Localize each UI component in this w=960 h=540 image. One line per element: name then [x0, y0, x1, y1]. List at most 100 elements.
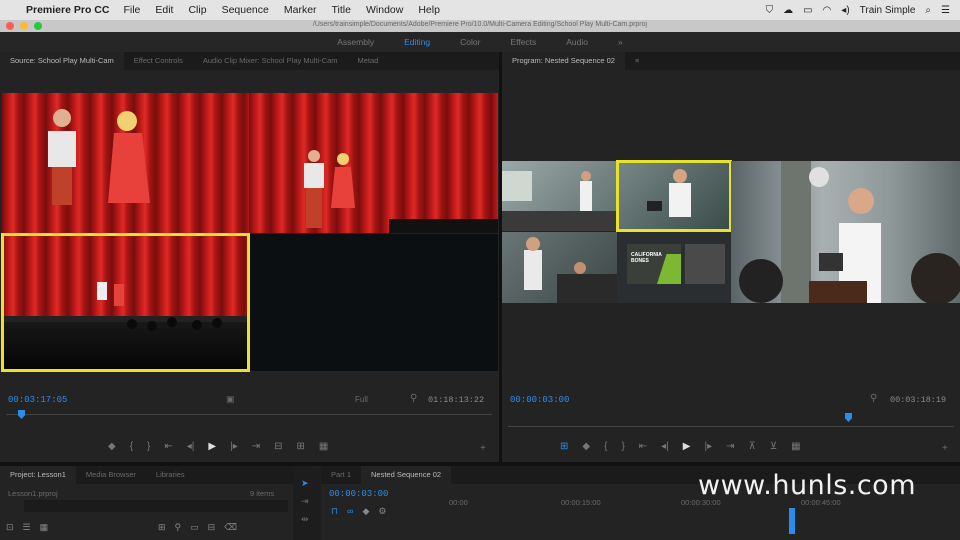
workspace-more-icon[interactable]: »	[618, 37, 623, 47]
settings-icon[interactable]: ▣	[226, 394, 235, 405]
wifi-icon[interactable]: ◠	[823, 5, 832, 16]
track-select-tool-icon[interactable]: ⇥	[301, 496, 309, 507]
fit-dropdown[interactable]: Full	[355, 395, 368, 404]
overwrite-icon[interactable]: ⊞	[297, 441, 305, 452]
program-step-forward-icon[interactable]: |▸	[705, 441, 713, 452]
program-timecode[interactable]: 00:00:03:00	[510, 395, 569, 405]
step-back-icon[interactable]: ◂|	[187, 441, 195, 452]
program-export-frame-icon[interactable]: ▦	[791, 441, 800, 452]
menu-edit[interactable]: Edit	[155, 4, 173, 16]
linked-selection-icon[interactable]: ∞	[347, 506, 353, 517]
volume-icon[interactable]: ◂)	[841, 5, 849, 16]
menu-clip[interactable]: Clip	[188, 4, 206, 16]
tab-libraries[interactable]: Libraries	[146, 466, 195, 484]
clear-icon[interactable]: ⌫	[224, 522, 237, 533]
lock-icon[interactable]: ⊡	[6, 522, 14, 533]
program-mark-out-icon[interactable]: }	[621, 441, 624, 452]
shield-icon[interactable]: ⛉	[766, 5, 774, 16]
source-scrub-bar[interactable]	[6, 414, 492, 415]
program-playhead[interactable]	[845, 413, 852, 422]
camera-angle-2[interactable]	[249, 93, 498, 233]
menu-marker[interactable]: Marker	[284, 4, 317, 16]
source-transport-controls: ◆ { } ⇤ ◂| ▶ |▸ ⇥ ⊟ ⊞ ▦	[108, 441, 328, 452]
multicam-toggle-icon[interactable]: ⊞	[560, 441, 568, 452]
tab-nested-sequence[interactable]: Nested Sequence 02	[361, 466, 452, 484]
list-view-icon[interactable]: ☰	[23, 522, 31, 533]
workspace-editing[interactable]: Editing	[404, 37, 430, 47]
new-item-icon[interactable]: ⊟	[208, 522, 216, 533]
zoom-icon[interactable]: ⚲	[410, 393, 417, 404]
selection-tool-icon[interactable]: ➤	[301, 478, 309, 489]
menu-sequence[interactable]: Sequence	[222, 4, 269, 16]
workspace-assembly[interactable]: Assembly	[337, 37, 374, 47]
tab-metadata[interactable]: Metad	[348, 52, 389, 70]
ripple-edit-tool-icon[interactable]: ⇹	[301, 514, 309, 525]
watermark-text: www.hunls.com	[698, 470, 917, 501]
menu-file[interactable]: File	[123, 4, 140, 16]
menu-title[interactable]: Title	[332, 4, 351, 16]
lift-icon[interactable]: ⊼	[749, 441, 756, 452]
icon-view-icon[interactable]: ▦	[40, 522, 49, 533]
mark-in-icon[interactable]: {	[130, 441, 133, 452]
search-icon[interactable]: ⌕	[925, 5, 931, 16]
program-scrub-bar[interactable]	[508, 426, 954, 427]
workspace-audio[interactable]: Audio	[566, 37, 588, 47]
tab-part-1[interactable]: Part 1	[321, 466, 361, 484]
program-add-marker-icon[interactable]: ◆	[582, 441, 590, 452]
app-menu[interactable]: Premiere Pro CC	[26, 4, 109, 16]
program-duration: 00:03:18:19	[890, 395, 947, 405]
ruler-label-1: 00:00:15:00	[561, 498, 601, 507]
menu-help[interactable]: Help	[418, 4, 440, 16]
go-to-in-icon[interactable]: ⇤	[164, 441, 172, 452]
add-marker-icon[interactable]: ◆	[108, 441, 116, 452]
menu-window[interactable]: Window	[366, 4, 403, 16]
settings-wrench-icon[interactable]: ⚙	[378, 506, 386, 517]
program-cell-1	[502, 161, 617, 231]
program-step-back-icon[interactable]: ◂|	[661, 441, 669, 452]
tab-program-menu-icon[interactable]: ≡	[625, 52, 649, 70]
tab-media-browser[interactable]: Media Browser	[76, 466, 146, 484]
play-icon[interactable]: ▶	[208, 441, 216, 452]
tab-effect-controls[interactable]: Effect Controls	[124, 52, 193, 70]
source-duration: 01:18:13:22	[428, 395, 485, 405]
insert-icon[interactable]: ⊟	[274, 441, 282, 452]
step-forward-icon[interactable]: |▸	[230, 441, 238, 452]
list-icon[interactable]: ☰	[941, 5, 950, 16]
workspace-effects[interactable]: Effects	[510, 37, 536, 47]
project-search-input[interactable]	[24, 500, 288, 512]
add-marker-timeline-icon[interactable]: ◆	[362, 506, 369, 517]
add-button-icon[interactable]: +	[480, 443, 486, 454]
automate-icon[interactable]: ⊞	[158, 522, 166, 533]
slide-thumbnails	[685, 244, 725, 284]
display-icon[interactable]: ▭	[803, 5, 812, 16]
source-timecode[interactable]: 00:03:17:05	[8, 395, 67, 405]
program-zoom-icon[interactable]: ⚲	[870, 393, 877, 404]
camera-angle-1[interactable]	[2, 93, 249, 233]
timeline-playhead[interactable]	[789, 508, 795, 534]
program-cell-3	[502, 232, 617, 303]
program-monitor-panel: Program: Nested Sequence 02 ≡ CALIFORNIA…	[502, 52, 960, 462]
extract-icon[interactable]: ⊻	[770, 441, 777, 452]
tab-audio-clip-mixer[interactable]: Audio Clip Mixer: School Play Multi-Cam	[193, 52, 348, 70]
timeline-timecode[interactable]: 00:00:03:00	[329, 489, 388, 499]
program-add-button-icon[interactable]: +	[942, 443, 948, 454]
find-icon[interactable]: ⚲	[175, 522, 182, 533]
camera-angle-4-empty[interactable]	[250, 234, 498, 371]
new-bin-icon[interactable]: ▭	[190, 522, 199, 533]
mark-out-icon[interactable]: }	[147, 441, 150, 452]
program-play-icon[interactable]: ▶	[683, 441, 691, 452]
workspace-color[interactable]: Color	[460, 37, 480, 47]
go-to-out-icon[interactable]: ⇥	[252, 441, 260, 452]
export-frame-icon[interactable]: ▦	[319, 441, 328, 452]
snap-icon[interactable]: ⊓	[331, 506, 338, 517]
user-name[interactable]: Train Simple	[860, 5, 916, 16]
source-playhead[interactable]	[18, 410, 25, 419]
speaker-image	[739, 161, 960, 303]
tab-source[interactable]: Source: School Play Multi-Cam	[0, 52, 124, 70]
tab-program[interactable]: Program: Nested Sequence 02	[502, 52, 625, 70]
cloud-icon[interactable]: ☁	[783, 5, 793, 16]
program-go-to-in-icon[interactable]: ⇤	[639, 441, 647, 452]
program-go-to-out-icon[interactable]: ⇥	[726, 441, 734, 452]
tab-project[interactable]: Project: Lesson1	[0, 466, 76, 484]
program-mark-in-icon[interactable]: {	[604, 441, 607, 452]
